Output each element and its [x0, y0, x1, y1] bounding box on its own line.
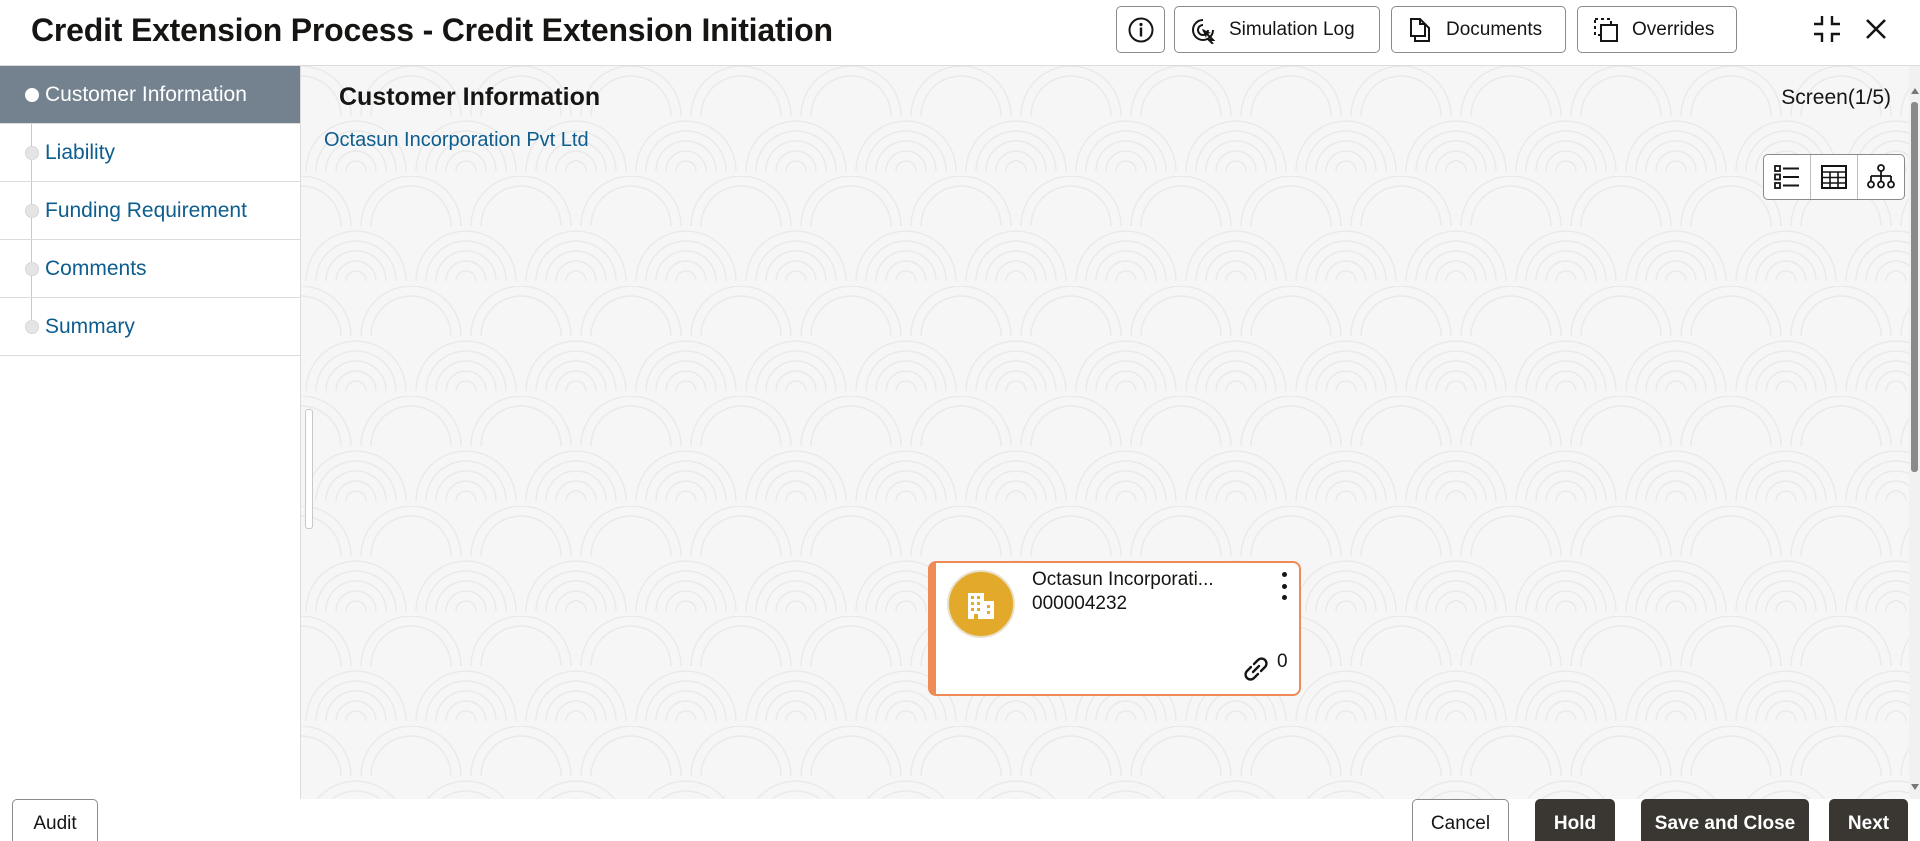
step-indicator [25, 262, 39, 276]
nav-item-label: Funding Requirement [45, 198, 247, 222]
audit-button[interactable]: Audit [12, 799, 98, 841]
minimize-icon [1814, 16, 1840, 42]
hold-button[interactable]: Hold [1535, 799, 1615, 841]
customer-avatar [947, 570, 1015, 638]
screen-counter: Screen(1/5) [1781, 86, 1891, 109]
process-steps-nav: Customer Information Liability Funding R… [0, 66, 301, 799]
hierarchy-view-icon [1867, 164, 1895, 189]
save-and-close-button[interactable]: Save and Close [1641, 799, 1809, 841]
linked-count: 0 [1277, 651, 1288, 672]
nav-item-label: Customer Information [45, 82, 247, 106]
page-footer: Audit Cancel Hold Save and Close Next [0, 799, 1920, 841]
close-button[interactable] [1861, 14, 1891, 44]
table-view-button[interactable] [1811, 155, 1858, 199]
customer-name: Octasun Incorporati... [1032, 569, 1214, 590]
scroll-thumb[interactable] [1911, 102, 1918, 472]
card-menu-icon[interactable] [1276, 569, 1292, 603]
page-header: Credit Extension Process - Credit Extens… [0, 0, 1920, 66]
vertical-scrollbar[interactable] [1909, 66, 1920, 799]
nav-item-summary[interactable]: Summary [0, 298, 300, 356]
customer-card[interactable]: Octasun Incorporati... 000004232 0 [928, 561, 1301, 696]
section-title: Customer Information [339, 83, 601, 111]
simulation-log-label: Simulation Log [1229, 18, 1355, 40]
main-content: Customer Information Screen(1/5) Octasun… [301, 66, 1909, 799]
list-view-button[interactable] [1764, 155, 1811, 199]
nav-item-comments[interactable]: Comments [0, 240, 300, 298]
simulation-log-icon [1189, 16, 1217, 44]
cancel-button[interactable]: Cancel [1412, 799, 1509, 841]
documents-label: Documents [1446, 18, 1543, 40]
overrides-button[interactable]: Overrides [1577, 6, 1737, 53]
next-button[interactable]: Next [1829, 799, 1908, 841]
page-title: Credit Extension Process - Credit Extens… [31, 12, 833, 48]
nav-item-label: Summary [45, 314, 135, 338]
nav-item-label: Liability [45, 140, 116, 164]
scroll-up-arrow[interactable] [1911, 88, 1919, 94]
documents-button[interactable]: Documents [1391, 6, 1566, 53]
nav-item-label: Comments [45, 256, 147, 280]
documents-icon [1406, 16, 1434, 44]
customer-id: 000004232 [1032, 593, 1128, 614]
scroll-down-arrow[interactable] [1911, 784, 1919, 790]
nav-item-liability[interactable]: Liability [0, 124, 300, 182]
step-indicator [25, 146, 39, 160]
step-indicator [25, 88, 39, 102]
table-view-icon [1821, 165, 1847, 189]
customer-group-link[interactable]: Octasun Incorporation Pvt Ltd [324, 129, 589, 152]
step-indicator [25, 204, 39, 218]
minimize-button[interactable] [1812, 14, 1842, 44]
overrides-label: Overrides [1632, 18, 1715, 40]
nav-item-customer-information[interactable]: Customer Information [0, 66, 300, 124]
overrides-icon [1592, 16, 1620, 44]
building-icon [968, 593, 994, 619]
link-icon[interactable] [1240, 653, 1272, 685]
list-view-icon [1774, 165, 1799, 189]
info-button[interactable] [1116, 6, 1165, 53]
close-icon [1866, 19, 1886, 39]
hierarchy-view-button[interactable] [1858, 155, 1904, 199]
splitter-handle[interactable] [305, 409, 313, 529]
view-toggle [1763, 154, 1905, 200]
nav-item-funding-requirement[interactable]: Funding Requirement [0, 182, 300, 240]
simulation-log-button[interactable]: Simulation Log [1174, 6, 1380, 53]
info-icon [1128, 17, 1153, 42]
step-indicator [25, 320, 39, 334]
